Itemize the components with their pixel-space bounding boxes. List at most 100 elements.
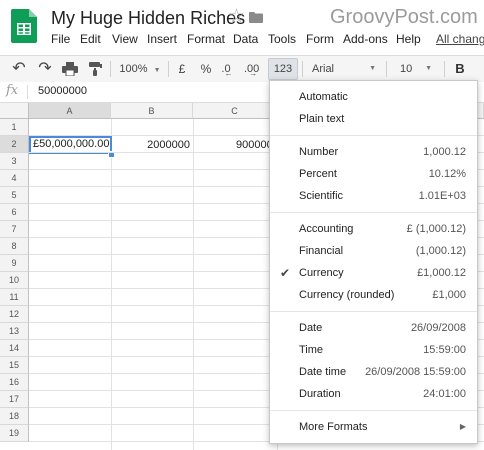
column-header-a[interactable]: A [29,103,111,119]
row-header-7[interactable]: 7 [0,221,29,238]
number-format-menu: Automatic Plain text Number 1,000.12 Per… [269,80,478,444]
zoom-value: 100% [119,63,148,75]
print-icon[interactable] [62,62,78,76]
menu-item-label: Plain text [299,113,345,125]
row-header-3[interactable]: 3 [0,153,29,170]
row-header-11[interactable]: 11 [0,289,29,306]
row-header-17[interactable]: 17 [0,391,29,408]
menu-item-label: Time [299,344,324,356]
row-header-1[interactable]: 1 [0,119,29,136]
format-example: 26/09/2008 [410,322,466,334]
menu-item-more-formats[interactable]: More Formats ▶ [270,417,477,437]
arrow-right-icon: → [249,69,258,78]
title-bar: My Huge Hidden Riches ☆ GroovyPost.com F… [0,0,484,52]
menu-item-currency[interactable]: ✔ Currency £1,000.12 [270,263,477,283]
decrease-decimal-button[interactable]: .0← [220,56,240,82]
chevron-down-icon: ▼ [369,65,376,72]
row-header-16[interactable]: 16 [0,374,29,391]
menu-item-label: Duration [299,388,341,400]
format-example: £1,000.12 [417,267,466,279]
format-example: £ (1,000.12) [406,223,466,235]
menu-item-number[interactable]: Number 1,000.12 [270,142,477,162]
more-formats-button[interactable]: 123 ▼ [268,58,298,94]
menu-item-label: Financial [299,245,344,257]
menu-item-label: Date [299,322,323,334]
row-header-18[interactable]: 18 [0,408,29,425]
menu-item-label: Automatic [299,91,348,103]
row-header-4[interactable]: 4 [0,170,29,187]
menu-item-duration[interactable]: Duration 24:01:00 [270,384,477,404]
menu-insert[interactable]: Insert [147,32,177,46]
menu-item-plain-text[interactable]: Plain text [270,109,477,129]
zoom-select[interactable]: 100% ▼ [118,56,162,82]
google-sheets-logo-icon[interactable] [11,9,37,43]
menu-data[interactable]: Data [233,32,258,46]
format-example: £1,000 [432,289,466,301]
bold-button[interactable]: B [452,56,468,82]
menu-item-label: Currency (rounded) [299,289,395,301]
format-example: 15:59:00 [423,344,466,356]
font-size-value: 10 [400,63,413,75]
undo-icon[interactable]: ↶ [8,56,30,82]
menu-item-date-time[interactable]: Date time 26/09/2008 15:59:00 [270,362,477,382]
row-header-14[interactable]: 14 [0,340,29,357]
menu-tools[interactable]: Tools [268,32,296,46]
row-header-13[interactable]: 13 [0,323,29,340]
watermark-text: GroovyPost.com [330,6,478,28]
row-header-2[interactable]: 2 [0,136,29,153]
formula-input[interactable]: 50000000 [38,85,87,97]
submenu-arrow-icon: ▶ [459,422,466,431]
menu-file[interactable]: File [51,32,70,46]
row-header-10[interactable]: 10 [0,272,29,289]
menu-edit[interactable]: Edit [80,32,101,46]
row-header-6[interactable]: 6 [0,204,29,221]
menu-item-financial[interactable]: Financial (1,000.12) [270,241,477,261]
row-header-19[interactable]: 19 [0,425,29,442]
all-changes-saved-link[interactable]: All change [436,32,484,46]
more-formats-label: 123 [273,63,293,75]
chevron-down-icon: ▼ [425,65,432,72]
row-header-15[interactable]: 15 [0,357,29,374]
checkmark-icon: ✔ [280,266,291,280]
font-size-select[interactable]: 10 ▼ [392,56,436,82]
menu-item-label: Date time [299,366,347,378]
column-header-c[interactable]: C [193,103,277,119]
menu-item-automatic[interactable]: Automatic [270,87,477,107]
menu-item-label: Accounting [299,223,354,235]
row-header-12[interactable]: 12 [0,306,29,323]
format-example: (1,000.12) [415,245,466,257]
folder-icon[interactable] [249,12,263,23]
menu-add-ons[interactable]: Add-ons [343,32,388,46]
row-header-5[interactable]: 5 [0,187,29,204]
toolbar: ↶ ↷ 100% ▼ £ % .0← .00→ 123 ▼ Arial ▼ 10… [0,55,484,94]
menu-format[interactable]: Format [187,32,225,46]
arrow-left-icon: ← [224,69,233,78]
format-example: 1,000.12 [423,146,466,158]
select-all-corner[interactable] [0,103,29,119]
star-icon[interactable]: ☆ [228,6,245,28]
redo-icon[interactable]: ↷ [34,56,56,82]
format-currency-button[interactable]: £ [174,56,190,82]
menu-item-time[interactable]: Time 15:59:00 [270,340,477,360]
menu-item-scientific[interactable]: Scientific 1.01E+03 [270,186,477,206]
menu-form[interactable]: Form [306,32,334,46]
increase-decimal-button[interactable]: .00→ [244,56,264,82]
paint-format-icon[interactable] [88,62,102,76]
document-title[interactable]: My Huge Hidden Riches [51,8,245,29]
font-family-value: Arial [312,63,335,75]
font-family-select[interactable]: Arial ▼ [308,56,380,82]
format-percent-button[interactable]: % [198,56,214,82]
menu-item-currency-rounded[interactable]: Currency (rounded) £1,000 [270,285,477,305]
menu-item-accounting[interactable]: Accounting £ (1,000.12) [270,219,477,239]
menu-item-label: Currency [299,267,344,279]
format-example: 26/09/2008 15:59:00 [365,366,466,378]
row-header-9[interactable]: 9 [0,255,29,272]
fx-icon: fx [6,83,19,98]
menu-help[interactable]: Help [396,32,421,46]
menu-item-label: Number [299,146,339,158]
menu-view[interactable]: View [112,32,138,46]
menu-item-date[interactable]: Date 26/09/2008 [270,318,477,338]
column-header-b[interactable]: B [111,103,193,119]
row-header-8[interactable]: 8 [0,238,29,255]
menu-item-percent[interactable]: Percent 10.12% [270,164,477,184]
